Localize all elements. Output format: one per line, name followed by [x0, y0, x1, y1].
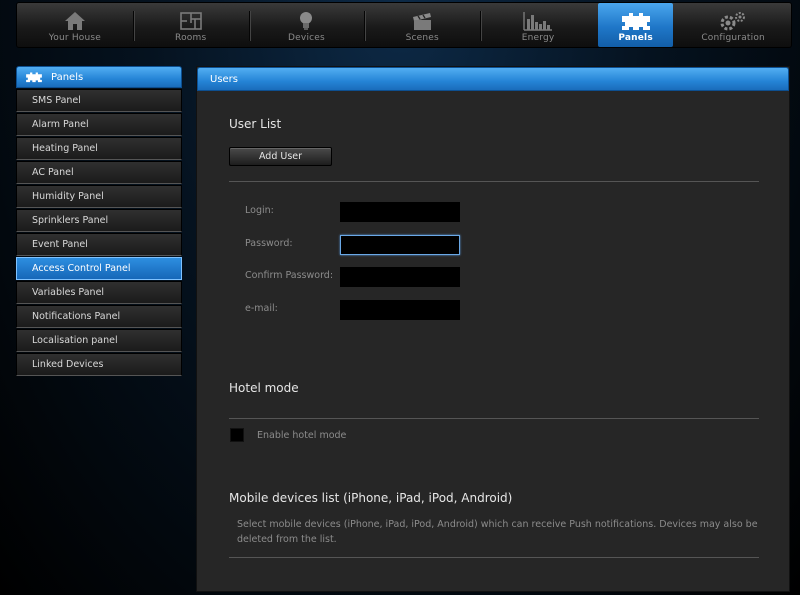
password-input[interactable] [340, 235, 460, 255]
nav-your-house[interactable]: Your House [17, 3, 133, 47]
login-label: Login: [245, 205, 274, 216]
mobile-devices-title: Mobile devices list (iPhone, iPad, iPod,… [229, 491, 513, 505]
puzzle-icon [621, 13, 650, 30]
gears-icon [720, 12, 746, 31]
sidebar-item-heating-panel[interactable]: Heating Panel [16, 137, 182, 160]
hotel-mode-title: Hotel mode [229, 381, 299, 395]
sidebar: Panels SMS Panel Alarm Panel Heating Pan… [16, 66, 182, 376]
clapperboard-icon [413, 13, 432, 30]
divider [229, 418, 759, 419]
login-input[interactable] [340, 202, 460, 222]
nav-label: Devices [288, 33, 325, 43]
nav-label: Panels [618, 33, 653, 43]
sidebar-item-event-panel[interactable]: Event Panel [16, 233, 182, 256]
nav-label: Scenes [405, 33, 439, 43]
nav-label: Configuration [701, 33, 765, 43]
bar-chart-icon [523, 12, 553, 31]
add-user-button[interactable]: Add User [229, 147, 332, 166]
sidebar-item-ac-panel[interactable]: AC Panel [16, 161, 182, 184]
sidebar-item-humidity-panel[interactable]: Humidity Panel [16, 185, 182, 208]
sidebar-item-access-control-panel[interactable]: Access Control Panel [16, 257, 182, 280]
lightbulb-icon [300, 12, 313, 30]
sidebar-item-variables-panel[interactable]: Variables Panel [16, 281, 182, 304]
sidebar-item-sms-panel[interactable]: SMS Panel [16, 89, 182, 112]
nav-scenes[interactable]: Scenes [364, 3, 480, 47]
nav-energy[interactable]: Energy [480, 3, 596, 47]
confirm-password-label: Confirm Password: [245, 270, 334, 281]
sidebar-item-linked-devices[interactable]: Linked Devices [16, 353, 182, 376]
house-icon [64, 12, 85, 30]
divider [229, 181, 759, 182]
user-list-title: User List [229, 117, 282, 131]
email-input[interactable] [340, 300, 460, 320]
sidebar-item-notifications-panel[interactable]: Notifications Panel [16, 305, 182, 328]
divider [229, 557, 759, 558]
puzzle-icon [25, 71, 43, 83]
nav-panels[interactable]: Panels [597, 3, 674, 47]
mobile-devices-description: Select mobile devices (iPhone, iPad, iPo… [237, 519, 758, 545]
password-label: Password: [245, 238, 293, 249]
sidebar-item-alarm-panel[interactable]: Alarm Panel [16, 113, 182, 136]
sidebar-item-sprinklers-panel[interactable]: Sprinklers Panel [16, 209, 182, 232]
rooms-icon [179, 12, 202, 30]
main-panel: Users User List Add User Login: Password… [196, 66, 790, 592]
nav-rooms[interactable]: Rooms [132, 3, 249, 47]
sidebar-header: Panels [16, 66, 182, 88]
sidebar-title: Panels [51, 71, 84, 83]
email-label: e-mail: [245, 303, 278, 314]
top-navigation: Your House Rooms Devices Scenes Energy P… [16, 2, 792, 48]
nav-configuration[interactable]: Configuration [675, 3, 791, 47]
nav-label: Rooms [175, 33, 207, 43]
main-header: Users [197, 67, 789, 91]
nav-label: Energy [521, 33, 555, 43]
confirm-password-input[interactable] [340, 267, 460, 287]
hotel-mode-label: Enable hotel mode [257, 430, 347, 441]
sidebar-item-localisation-panel[interactable]: Localisation panel [16, 329, 182, 352]
hotel-mode-checkbox[interactable] [230, 428, 244, 442]
nav-devices[interactable]: Devices [248, 3, 365, 47]
nav-label: Your House [48, 33, 102, 43]
